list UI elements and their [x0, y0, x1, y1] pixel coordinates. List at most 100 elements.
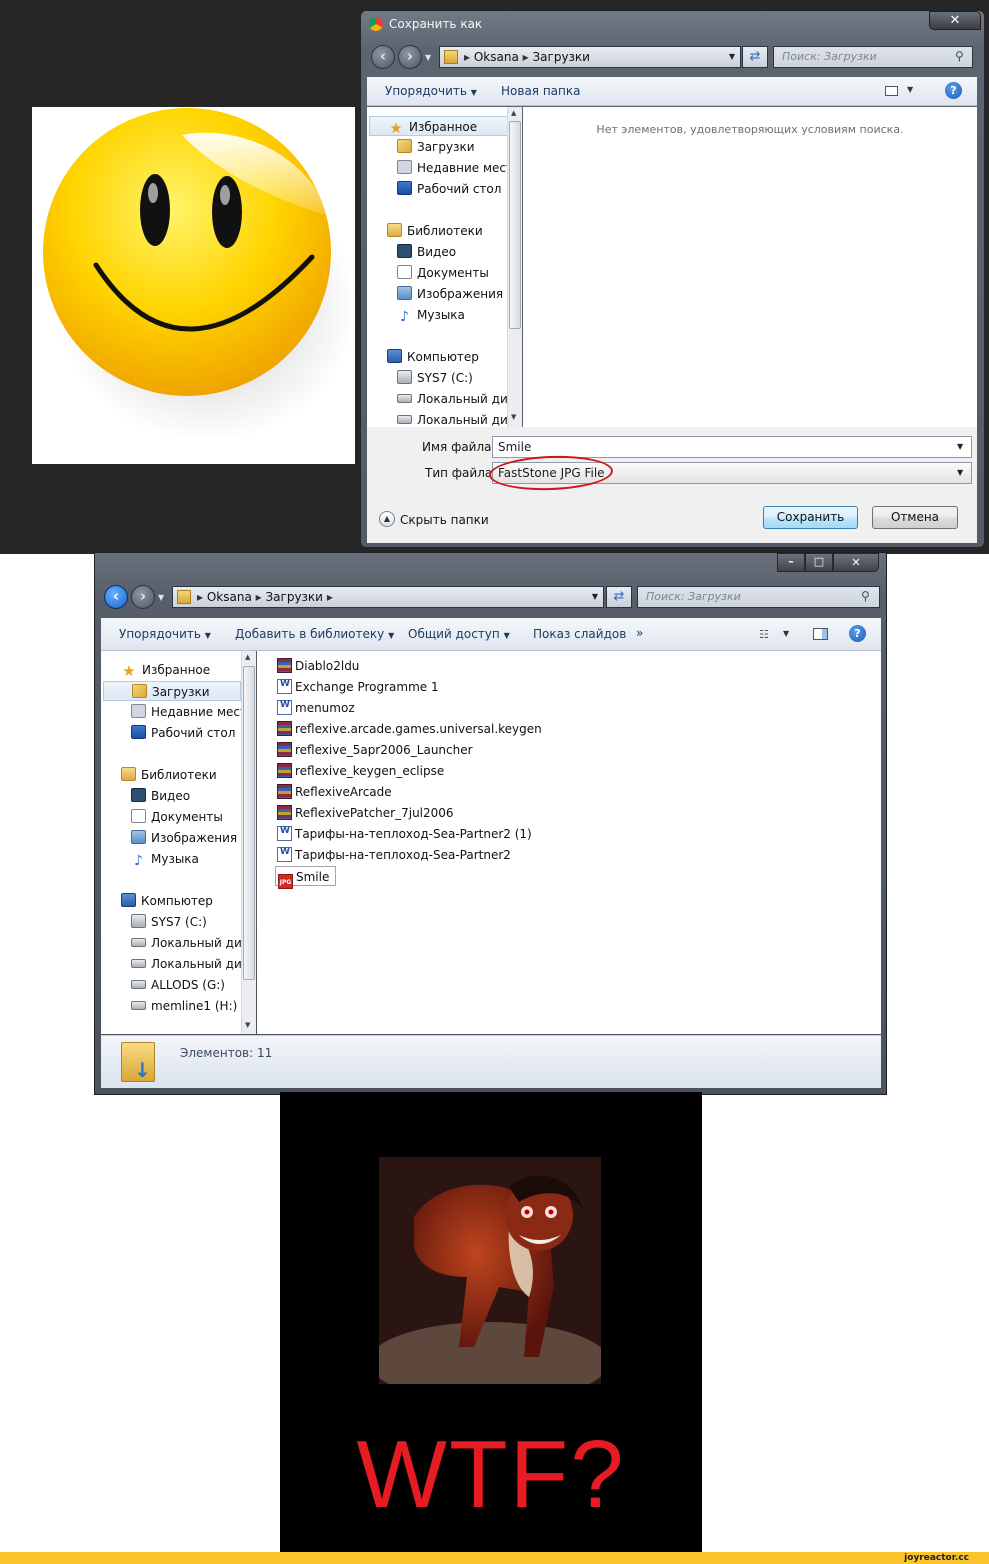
file-item[interactable]: Тарифы-на-теплоход-Sea-Partner2 (1) [277, 824, 532, 844]
forward-button[interactable]: › [398, 45, 422, 69]
address-bar[interactable]: ▸ Oksana ▸ Загрузки ▼ [439, 46, 741, 68]
add-to-library-button[interactable]: Добавить в библиотеку ▼ [235, 627, 394, 641]
nav-memline[interactable]: memline1 (H:) [101, 996, 247, 1016]
dialog-file-list[interactable]: Нет элементов, удовлетворяющих условиям … [523, 107, 977, 427]
nav-computer[interactable]: Компьютер [101, 891, 247, 911]
nav-images[interactable]: Изображения [367, 284, 519, 304]
nav-documents[interactable]: Документы [367, 263, 519, 283]
scroll-thumb[interactable] [243, 666, 255, 980]
watermark[interactable]: joyreactor.cc [904, 1552, 969, 1564]
nav-favorites[interactable]: ★ Избранное [369, 116, 509, 136]
nav-recent[interactable]: Недавние места [367, 158, 519, 178]
collapse-icon[interactable]: ▲ [379, 511, 395, 527]
cancel-button[interactable]: Отмена [872, 506, 958, 529]
address-dropdown-icon[interactable]: ▼ [729, 47, 735, 67]
nav-desktop[interactable]: Рабочий стол [367, 179, 519, 199]
breadcrumb-oksana[interactable]: Oksana [474, 50, 519, 64]
nav-scrollbar[interactable]: ▲ ▼ [507, 107, 522, 427]
back-button[interactable]: ‹ [104, 585, 128, 609]
refresh-icon[interactable]: ⇄ [742, 46, 768, 68]
nav-downloads[interactable]: Загрузки [367, 137, 519, 157]
minimize-button[interactable]: – [777, 553, 805, 572]
breadcrumb-downloads[interactable]: Загрузки [265, 590, 323, 604]
search-icon[interactable]: ⚲ [955, 49, 964, 63]
hide-folders-button[interactable]: Скрыть папки [400, 513, 489, 527]
organize-button[interactable]: Упорядочить ▼ [119, 627, 211, 641]
view-dropdown-icon[interactable]: ▼ [907, 85, 913, 94]
address-dropdown-icon[interactable]: ▼ [592, 587, 598, 607]
nav-local-disk-2[interactable]: Локальный диск [101, 954, 247, 974]
nav-sys7[interactable]: SYS7 (C:) [101, 912, 247, 932]
preview-pane-icon[interactable] [813, 628, 828, 640]
nav-libraries[interactable]: Библиотеки [367, 221, 519, 241]
maximize-button[interactable]: □ [805, 553, 833, 572]
file-item[interactable]: reflexive_5apr2006_Launcher [277, 740, 473, 760]
nav-allods[interactable]: ALLODS (G:) [101, 975, 247, 995]
save-button[interactable]: Сохранить [763, 506, 858, 529]
scroll-down-icon[interactable]: ▼ [245, 1021, 250, 1029]
file-item-selected[interactable]: JPG Smile [275, 866, 337, 889]
breadcrumb-oksana[interactable]: Oksana [207, 590, 252, 604]
scroll-down-icon[interactable]: ▼ [511, 413, 516, 421]
scroll-up-icon[interactable]: ▲ [511, 109, 516, 117]
dialog-nav-pane: ★ Избранное Загрузки Недавние места Рабоч… [367, 107, 519, 427]
nav-local-disk-1[interactable]: Локальный диск [101, 933, 247, 953]
help-icon[interactable]: ? [849, 625, 866, 642]
nav-local-disk-2[interactable]: Локальный диск [367, 410, 519, 427]
nav-sys7[interactable]: SYS7 (C:) [367, 368, 519, 388]
drive-icon [397, 394, 412, 403]
red-highlight-circle [488, 453, 614, 493]
file-item[interactable]: Exchange Programme 1 [277, 677, 439, 697]
nav-music[interactable]: ♪ Музыка [367, 305, 519, 325]
file-item[interactable]: ReflexivePatcher_7jul2006 [277, 803, 454, 823]
file-item[interactable]: ReflexiveArcade [277, 782, 392, 802]
window-close-button[interactable]: ✕ [833, 553, 879, 572]
forward-button[interactable]: › [131, 585, 155, 609]
file-item[interactable]: menumoz [277, 698, 355, 718]
file-item[interactable]: reflexive_keygen_eclipse [277, 761, 444, 781]
file-item[interactable]: reflexive.arcade.games.universal.keygen [277, 719, 542, 739]
filename-dropdown-icon[interactable]: ▼ [957, 442, 963, 451]
history-dropdown-icon[interactable]: ▼ [158, 593, 164, 602]
address-bar[interactable]: ▸ Oksana ▸ Загрузки ▸ ▼ [172, 586, 604, 608]
back-button[interactable]: ‹ [371, 45, 395, 69]
desktop-icon [397, 181, 412, 195]
breadcrumb-downloads[interactable]: Загрузки [532, 50, 590, 64]
organize-button[interactable]: Упорядочить ▼ [385, 84, 477, 98]
nav-libraries[interactable]: Библиотеки [101, 765, 247, 785]
help-icon[interactable]: ? [945, 82, 962, 99]
filetype-dropdown-icon[interactable]: ▼ [957, 468, 963, 477]
search-icon[interactable]: ⚲ [861, 589, 870, 603]
search-input[interactable]: Поиск: Загрузки [773, 46, 973, 68]
view-icon[interactable]: ☷ [759, 628, 769, 641]
file-item[interactable]: Diablo2ldu [277, 656, 359, 676]
history-dropdown-icon[interactable]: ▼ [425, 53, 431, 62]
nav-images[interactable]: Изображения [101, 828, 247, 848]
nav-scrollbar[interactable]: ▲ ▼ [241, 651, 256, 1034]
file-item[interactable]: Тарифы-на-теплоход-Sea-Partner2 [277, 845, 511, 865]
view-icon[interactable] [885, 86, 898, 96]
nav-computer[interactable]: Компьютер [367, 347, 519, 367]
nav-downloads[interactable]: Загрузки [103, 681, 241, 701]
nav-video[interactable]: Видео [367, 242, 519, 262]
scroll-thumb[interactable] [509, 121, 521, 329]
filename-input[interactable]: Smile [492, 436, 972, 458]
scroll-up-icon[interactable]: ▲ [245, 653, 250, 661]
share-button[interactable]: Общий доступ ▼ [408, 627, 510, 641]
nav-recent[interactable]: Недавние места [101, 702, 247, 722]
nav-music[interactable]: ♪ Музыка [101, 849, 247, 869]
more-commands-button[interactable]: » [636, 626, 643, 640]
nav-local-disk-1[interactable]: Локальный диск [367, 389, 519, 409]
nav-video[interactable]: Видео [101, 786, 247, 806]
view-dropdown-icon[interactable]: ▼ [783, 629, 789, 638]
nav-documents[interactable]: Документы [101, 807, 247, 827]
star-icon: ★ [389, 119, 403, 137]
new-folder-button[interactable]: Новая папка [501, 84, 580, 98]
nav-favorites[interactable]: ★ Избранное [101, 660, 247, 680]
explorer-window: – □ ✕ ‹ › ▼ ▸ Oksana ▸ Загрузки ▸ ▼ ⇄ По… [94, 552, 887, 1095]
slideshow-button[interactable]: Показ слайдов [533, 627, 626, 641]
nav-desktop[interactable]: Рабочий стол [101, 723, 247, 743]
dialog-close-button[interactable]: ✕ [929, 11, 981, 30]
refresh-icon[interactable]: ⇄ [606, 586, 632, 608]
search-input[interactable]: Поиск: Загрузки [637, 586, 880, 608]
